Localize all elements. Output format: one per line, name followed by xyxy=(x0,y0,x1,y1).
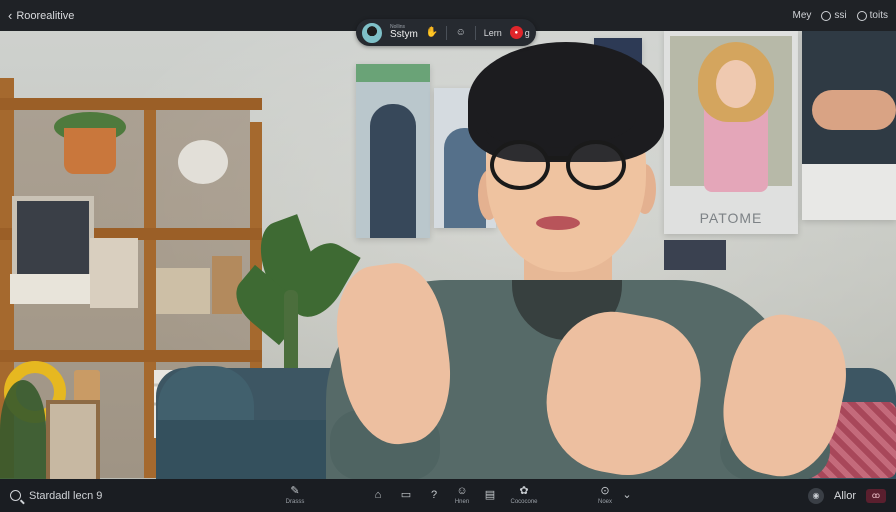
search-icon xyxy=(10,490,21,501)
floor-plant xyxy=(0,380,46,480)
participant xyxy=(290,0,858,500)
allow-label[interactable]: Allor xyxy=(834,490,856,502)
more-icon: ⊙ xyxy=(600,485,610,497)
tool-chat[interactable]: ▭ xyxy=(392,490,420,501)
help-icon: ? xyxy=(430,489,438,501)
participant-name: Sstym xyxy=(390,29,418,40)
framed-photo xyxy=(46,400,100,484)
end-call-button[interactable]: ꝏ xyxy=(866,488,886,503)
call-status-pill: Nollins Sstym ✋ ☺ Lern ● g xyxy=(356,19,536,46)
mouth xyxy=(536,216,580,230)
back-button[interactable]: ‹ Roorealitive xyxy=(8,9,74,22)
top-right-controls: Mey ssi toits xyxy=(793,10,888,21)
bottom-toolbar: Stardadl lecn 9 ✎ Drasss ⌂ ▭ ? ☺ Hnen ▤ … xyxy=(0,479,896,512)
circle-icon xyxy=(821,10,832,21)
top-menu-item[interactable]: Mey xyxy=(793,10,812,21)
participants-icon[interactable]: ◉ xyxy=(807,487,824,504)
tool-home[interactable]: ⌂ xyxy=(364,490,392,501)
shelf-board xyxy=(0,350,262,362)
plant-pot xyxy=(64,128,116,174)
tool-draw[interactable]: ✎ Drasss xyxy=(270,485,320,506)
reactions-icon: ✿ xyxy=(519,485,529,497)
top-menu-item[interactable]: ssi xyxy=(821,10,847,21)
record-badge: g xyxy=(524,27,530,38)
tool-screen[interactable]: ▤ xyxy=(476,490,504,501)
tool-more[interactable]: ⊙ Noex xyxy=(590,485,620,506)
glasses-bridge xyxy=(548,156,568,160)
top-menu-label: Mey xyxy=(792,10,812,21)
top-menu-item[interactable]: toits xyxy=(856,10,888,21)
video-feed: PATOME xyxy=(0,0,896,512)
circle-icon xyxy=(856,10,867,21)
chevron-down-icon: ⌄ xyxy=(622,489,632,501)
top-menu-label: toits xyxy=(869,10,888,21)
top-menu-label: ssi xyxy=(834,10,847,21)
screen-share-icon: ▤ xyxy=(484,489,496,501)
participant-name-block: Nollins Sstym xyxy=(390,25,418,40)
tool-label: Hnen xyxy=(454,499,470,505)
chevron-left-icon: ‹ xyxy=(8,8,13,23)
avatar[interactable] xyxy=(362,22,382,43)
globe-ornament xyxy=(178,140,228,184)
glasses-lens xyxy=(490,140,550,190)
shelf-board xyxy=(0,98,262,110)
more-dropdown[interactable]: ⌄ xyxy=(620,490,634,501)
glasses xyxy=(490,140,650,194)
book-stack xyxy=(156,268,210,314)
tool-label: Cococone xyxy=(510,499,538,505)
tool-emoji[interactable]: ☺ Hnen xyxy=(448,485,476,506)
tool-label: Noex xyxy=(597,499,612,505)
chat-icon: ▭ xyxy=(400,489,412,501)
book-stack xyxy=(90,238,138,308)
bottom-right-controls: ◉ Allor ꝏ xyxy=(807,487,886,504)
tool-reactions[interactable]: ✿ Cococone xyxy=(504,485,544,506)
toolbar-tools: ✎ Drasss ⌂ ▭ ? ☺ Hnen ▤ ✿ Cococone ⊙ Noe… xyxy=(270,479,634,512)
search-label: Stardadl lecn 9 xyxy=(29,489,103,502)
pill-label[interactable]: Lern xyxy=(484,28,502,38)
glasses-lens xyxy=(566,140,626,190)
tool-help[interactable]: ? xyxy=(420,490,448,501)
divider xyxy=(445,25,447,40)
home-icon: ⌂ xyxy=(374,489,382,501)
hand-icon[interactable]: ✋ xyxy=(426,27,438,38)
tool-label: Drasss xyxy=(285,499,305,505)
divider xyxy=(474,25,476,40)
window-title: Roorealitive xyxy=(16,9,75,22)
search-field[interactable]: Stardadl lecn 9 xyxy=(10,490,102,502)
emoji-icon: ☺ xyxy=(456,485,468,497)
smile-icon[interactable]: ☺ xyxy=(455,27,467,38)
record-icon[interactable]: ● xyxy=(509,26,523,39)
pen-icon: ✎ xyxy=(290,485,300,497)
